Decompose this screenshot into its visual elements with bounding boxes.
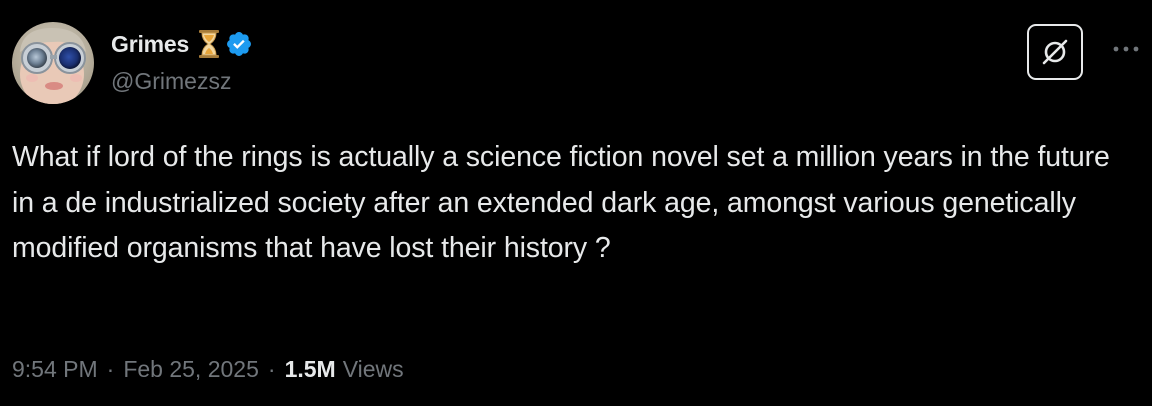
views-label: Views [342, 356, 404, 382]
avatar-photo [12, 22, 94, 104]
tweet-time[interactable]: 9:54 PM [12, 356, 98, 383]
more-horizontal-icon [1113, 46, 1139, 52]
avatar[interactable] [12, 22, 94, 104]
tweet-date[interactable]: Feb 25, 2025 [123, 356, 259, 383]
meta-separator: · [106, 356, 115, 382]
tweet-card: Grimes @Grimezsz What if lord of the rin… [0, 0, 1152, 406]
author-display-name[interactable]: Grimes [111, 31, 189, 58]
tweet-text: What if lord of the rings is actually a … [12, 141, 1110, 264]
verified-badge-icon[interactable] [225, 30, 253, 58]
grok-icon [1042, 39, 1068, 65]
more-options-button[interactable] [1108, 38, 1144, 60]
author-handle[interactable]: @Grimezsz [111, 68, 231, 95]
tweet-meta: 9:54 PM · Feb 25, 2025 · 1.5M Views [12, 356, 404, 383]
views-count: 1.5M [284, 356, 336, 382]
hourglass-icon [198, 29, 220, 59]
author-name-row: Grimes [111, 28, 253, 60]
meta-separator: · [267, 356, 276, 382]
grok-button[interactable] [1027, 24, 1083, 80]
